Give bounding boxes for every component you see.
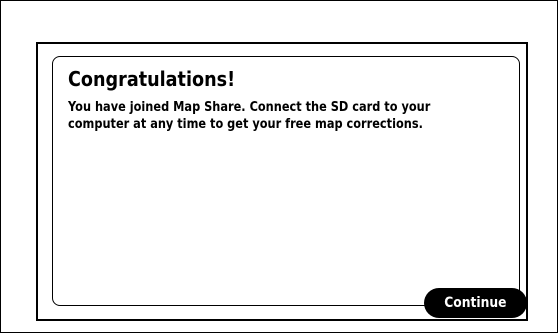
- device-frame: Congratulations! You have joined Map Sha…: [0, 0, 558, 333]
- continue-button-label: Continue: [444, 295, 507, 311]
- device-screen: Congratulations! You have joined Map Sha…: [36, 42, 528, 321]
- dialog-title: Congratulations!: [68, 67, 236, 91]
- continue-button[interactable]: Continue: [424, 288, 527, 318]
- dialog-message: You have joined Map Share. Connect the S…: [68, 99, 430, 133]
- dialog-message-line-1: You have joined Map Share. Connect the S…: [68, 99, 431, 115]
- message-dialog: Congratulations! You have joined Map Sha…: [52, 56, 520, 306]
- dialog-message-line-2: computer at any time to get your free ma…: [68, 116, 423, 132]
